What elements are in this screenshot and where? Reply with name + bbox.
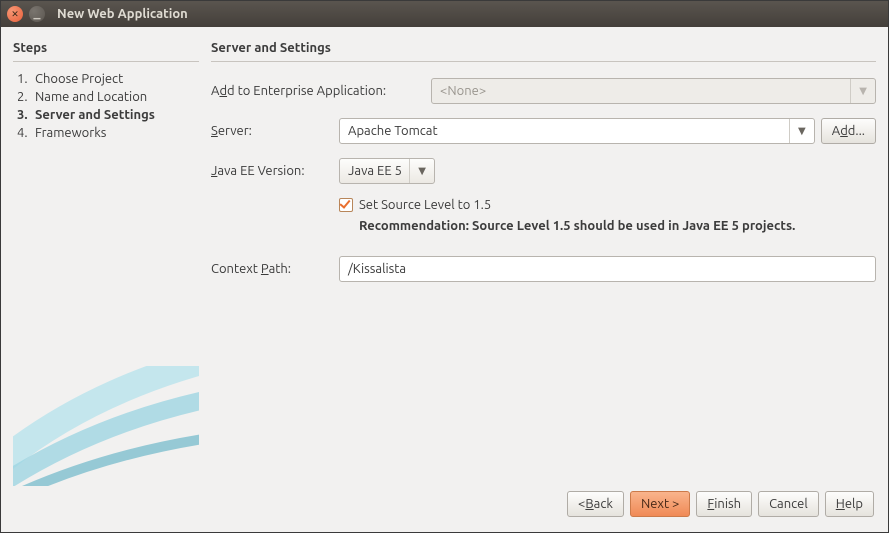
source-level-row: Set Source Level to 1.5 — [339, 198, 876, 212]
step-frameworks: 4.Frameworks — [17, 124, 199, 142]
context-path-value: /Kissalista — [348, 262, 406, 276]
javaee-label: Java EE Version: — [211, 164, 339, 178]
enterprise-value: <None> — [440, 84, 486, 98]
panel-title: Server and Settings — [211, 37, 876, 62]
minimize-icon[interactable]: ▁ — [29, 6, 45, 22]
context-path-row: Context Path: /Kissalista — [211, 256, 876, 282]
step-server-settings: 3.Server and Settings — [17, 106, 199, 124]
server-dropdown[interactable]: Apache Tomcat ▼ — [339, 118, 815, 144]
chevron-down-icon: ▼ — [409, 159, 426, 183]
help-button[interactable]: Help — [825, 491, 874, 517]
main-panel: Server and Settings Add to Enterprise Ap… — [211, 37, 876, 486]
enterprise-row: Add to Enterprise Application: <None> ▼ — [211, 78, 876, 104]
close-icon[interactable]: ✕ — [7, 6, 23, 22]
steps-list: 1.Choose Project 2.Name and Location 3.S… — [13, 70, 199, 142]
wizard-window: ✕ ▁ New Web Application Steps 1.Choose P… — [0, 0, 889, 533]
recommendation-text: Recommendation: Source Level 1.5 should … — [359, 218, 839, 236]
finish-button[interactable]: Finish — [696, 491, 752, 517]
step-name-location: 2.Name and Location — [17, 88, 199, 106]
chevron-down-icon: ▼ — [850, 79, 867, 103]
dialog-body: Steps 1.Choose Project 2.Name and Locati… — [1, 27, 888, 486]
enterprise-label: Add to Enterprise Application: — [211, 84, 431, 98]
server-value: Apache Tomcat — [348, 124, 438, 138]
window-title: New Web Application — [57, 7, 188, 21]
wave-icon — [13, 366, 199, 486]
chevron-down-icon: ▼ — [789, 119, 806, 143]
back-button[interactable]: < Back — [567, 491, 624, 517]
server-row: Server: Apache Tomcat ▼ Add... — [211, 118, 876, 144]
source-level-checkbox[interactable] — [339, 198, 353, 212]
step-choose-project: 1.Choose Project — [17, 70, 199, 88]
cancel-button[interactable]: Cancel — [758, 491, 819, 517]
enterprise-dropdown[interactable]: <None> ▼ — [431, 78, 876, 104]
titlebar[interactable]: ✕ ▁ New Web Application — [1, 1, 888, 27]
javaee-value: Java EE 5 — [348, 164, 402, 178]
server-label: Server: — [211, 124, 339, 138]
context-path-input[interactable]: /Kissalista — [339, 256, 876, 282]
steps-header: Steps — [13, 37, 199, 62]
wizard-decor — [13, 366, 199, 486]
context-path-label: Context Path: — [211, 262, 339, 276]
source-level-label: Set Source Level to 1.5 — [359, 198, 491, 212]
add-server-button[interactable]: Add... — [821, 118, 876, 144]
javaee-dropdown[interactable]: Java EE 5 ▼ — [339, 158, 435, 184]
next-button[interactable]: Next > — [630, 491, 690, 517]
button-bar: < Back Next > Finish Cancel Help — [1, 486, 888, 532]
javaee-row: Java EE Version: Java EE 5 ▼ — [211, 158, 876, 184]
steps-sidebar: Steps 1.Choose Project 2.Name and Locati… — [13, 37, 199, 486]
